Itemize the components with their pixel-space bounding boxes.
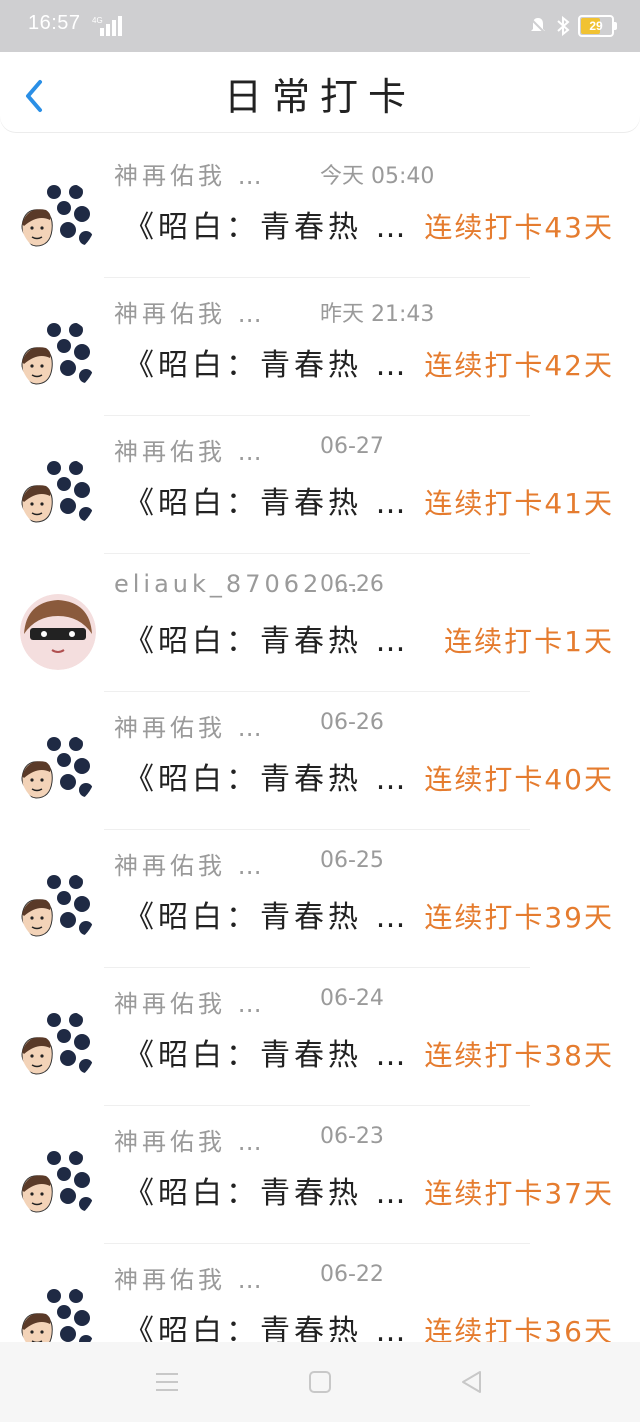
post-title[interactable]: 《昭白：青春热 … (124, 202, 410, 246)
list-item[interactable]: 神再佑我 … 06-25 《昭白：青春热 … 连续打卡39天 (0, 830, 640, 968)
mute-bell-icon (530, 18, 546, 34)
user-name[interactable]: 神再佑我 … (114, 1122, 266, 1157)
meme-avatar[interactable] (20, 732, 96, 808)
meme-avatar[interactable] (20, 318, 96, 394)
meme-face-icon (20, 1146, 96, 1222)
user-name[interactable]: 神再佑我 … (114, 846, 266, 881)
signal-icon: 4G (92, 16, 122, 36)
user-name[interactable]: 神再佑我 … (114, 432, 266, 467)
meme-avatar[interactable] (20, 870, 96, 946)
post-title[interactable]: 《昭白：青春热 … (124, 616, 410, 660)
post-title[interactable]: 《昭白：青春热 … (124, 340, 410, 384)
header: 日常打卡 (0, 52, 640, 132)
post-date: 06-26 (320, 572, 384, 597)
user-name[interactable]: 神再佑我 … (114, 984, 266, 1019)
post-title[interactable]: 《昭白：青春热 … (124, 478, 410, 522)
list-item[interactable]: 神再佑我 … 06-27 《昭白：青春热 … 连续打卡41天 (0, 416, 640, 554)
meme-face-icon (20, 1008, 96, 1084)
streak-label: 连续打卡38天 (424, 1039, 614, 1072)
list-item[interactable]: 神再佑我 … 今天 05:40 《昭白：青春热 … 连续打卡43天 (0, 140, 640, 278)
home-square-icon[interactable] (308, 1370, 332, 1394)
network-type-label: 4G (92, 16, 103, 25)
post-title[interactable]: 《昭白：青春热 … (124, 1168, 410, 1212)
meme-face-icon (20, 318, 96, 394)
anime-girl-icon (20, 594, 96, 670)
status-time: 16:57 (28, 12, 81, 34)
meme-avatar[interactable] (20, 180, 96, 256)
list-item[interactable]: 神再佑我 … 昨天 21:43 《昭白：青春热 … 连续打卡42天 (0, 278, 640, 416)
status-bar: 16:57 4G 29 (0, 0, 640, 52)
streak-label: 连续打卡41天 (424, 487, 614, 520)
meme-face-icon (20, 870, 96, 946)
post-date: 今天 05:40 (320, 164, 435, 189)
streak-label: 连续打卡40天 (424, 763, 614, 796)
menu-icon[interactable] (154, 1370, 180, 1394)
status-icons: 29 (528, 14, 617, 38)
post-title[interactable]: 《昭白：青春热 … (124, 1030, 410, 1074)
battery-level: 29 (589, 19, 603, 33)
list-item[interactable]: 神再佑我 … 06-23 《昭白：青春热 … 连续打卡37天 (0, 1106, 640, 1244)
system-nav-bar (0, 1342, 640, 1422)
post-date: 昨天 21:43 (320, 302, 435, 327)
streak-label: 连续打卡1天 (444, 625, 614, 658)
user-name[interactable]: 神再佑我 … (114, 708, 266, 743)
list-item[interactable]: 神再佑我 … 06-24 《昭白：青春热 … 连续打卡38天 (0, 968, 640, 1106)
user-name[interactable]: 神再佑我 … (114, 156, 266, 191)
meme-avatar[interactable] (20, 1008, 96, 1084)
checkin-list: 神再佑我 … 今天 05:40 《昭白：青春热 … 连续打卡43天 神再佑我 …… (0, 140, 640, 1382)
page-title: 日常打卡 (223, 75, 416, 119)
post-title[interactable]: 《昭白：青春热 … (124, 892, 410, 936)
user-name[interactable]: 神再佑我 … (114, 1260, 266, 1295)
post-date: 06-22 (320, 1262, 384, 1287)
list-item[interactable]: 神再佑我 … 06-26 《昭白：青春热 … 连续打卡40天 (0, 692, 640, 830)
anime-girl-avatar[interactable] (20, 594, 96, 670)
back-triangle-icon[interactable] (460, 1370, 484, 1394)
meme-avatar[interactable] (20, 456, 96, 532)
post-date: 06-23 (320, 1124, 384, 1149)
list-item[interactable]: eliauk_87062 … 06-26 《昭白：青春热 … 连续打卡1天 (0, 554, 640, 692)
meme-face-icon (20, 180, 96, 256)
post-date: 06-25 (320, 848, 384, 873)
streak-label: 连续打卡39天 (424, 901, 614, 934)
post-date: 06-24 (320, 986, 384, 1011)
meme-face-icon (20, 732, 96, 808)
post-title[interactable]: 《昭白：青春热 … (124, 754, 410, 798)
post-date: 06-27 (320, 434, 384, 459)
meme-avatar[interactable] (20, 1146, 96, 1222)
streak-label: 连续打卡43天 (424, 211, 614, 244)
battery-icon: 29 (578, 15, 617, 37)
streak-label: 连续打卡42天 (424, 349, 614, 382)
streak-label: 连续打卡37天 (424, 1177, 614, 1210)
post-date: 06-26 (320, 710, 384, 735)
user-name[interactable]: 神再佑我 … (114, 294, 266, 329)
bluetooth-icon (557, 16, 570, 36)
meme-face-icon (20, 456, 96, 532)
